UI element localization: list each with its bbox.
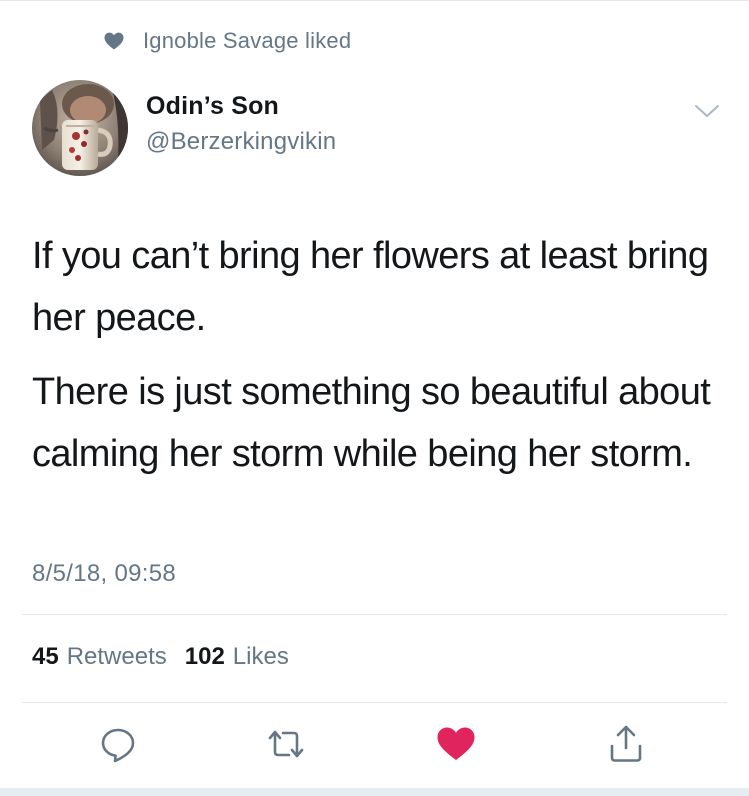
author-handle[interactable]: @Berzerkingvikin bbox=[146, 126, 336, 158]
top-divider bbox=[0, 0, 749, 1]
tweet-stats: 45 Retweets 102 Likes bbox=[32, 641, 307, 673]
likes-label[interactable]: Likes bbox=[233, 641, 289, 673]
reply-button[interactable] bbox=[96, 724, 140, 768]
share-button[interactable] bbox=[604, 724, 648, 768]
divider bbox=[22, 614, 727, 615]
retweets-count[interactable]: 45 bbox=[32, 641, 59, 673]
tweet-detail-view: Ignoble Savage liked Odin’s Son @Berzerk… bbox=[0, 0, 749, 796]
retweet-button[interactable] bbox=[264, 724, 308, 768]
avatar[interactable] bbox=[32, 80, 128, 176]
author-block[interactable]: Odin’s Son @Berzerkingvikin bbox=[146, 90, 336, 158]
likes-count[interactable]: 102 bbox=[185, 641, 225, 673]
share-icon bbox=[606, 724, 646, 769]
bottom-separator bbox=[0, 788, 749, 796]
heart-icon bbox=[436, 726, 476, 767]
chevron-down-icon[interactable] bbox=[692, 100, 722, 122]
author-display-name[interactable]: Odin’s Son bbox=[146, 90, 336, 122]
like-button[interactable] bbox=[434, 724, 478, 768]
tweet-text: If you can’t bring her flowers at least … bbox=[32, 225, 722, 497]
retweet-icon bbox=[264, 724, 308, 769]
divider bbox=[22, 702, 727, 703]
heart-icon bbox=[103, 30, 125, 52]
social-context-text: Ignoble Savage liked bbox=[143, 28, 352, 53]
social-context[interactable]: Ignoble Savage liked bbox=[103, 26, 351, 56]
tweet-paragraph: There is just something so beautiful abo… bbox=[32, 371, 711, 475]
reply-icon bbox=[98, 724, 138, 769]
tweet-timestamp[interactable]: 8/5/18, 09:58 bbox=[32, 558, 176, 590]
retweets-label[interactable]: Retweets bbox=[67, 641, 167, 673]
tweet-paragraph: If you can’t bring her flowers at least … bbox=[32, 235, 709, 339]
